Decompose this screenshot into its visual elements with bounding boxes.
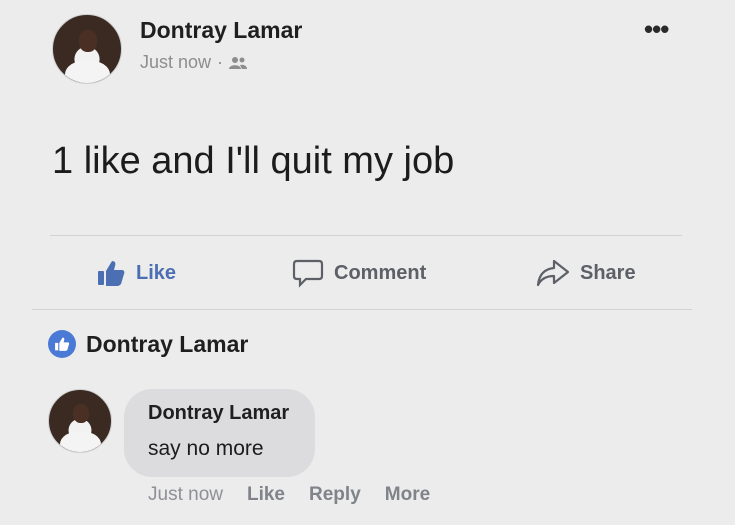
comment-button[interactable]: Comment <box>292 258 426 288</box>
post-author-name[interactable]: Dontray Lamar <box>140 17 302 44</box>
share-icon <box>536 259 570 287</box>
comment-author[interactable]: Dontray Lamar <box>148 402 289 425</box>
meta-separator: · <box>217 52 224 72</box>
thumbs-up-icon <box>98 261 125 286</box>
like-label: Like <box>136 261 177 284</box>
comment-label: Comment <box>334 261 427 284</box>
like-badge-icon <box>48 330 76 358</box>
reactions-summary[interactable]: Dontray Lamar <box>48 330 248 358</box>
comment-timestamp[interactable]: Just now <box>148 484 223 506</box>
comment-reply-button[interactable]: Reply <box>309 484 361 506</box>
actions-divider-bottom <box>32 309 692 310</box>
comment-text: say no more <box>148 437 264 460</box>
comment-icon <box>292 259 324 288</box>
share-label: Share <box>580 261 636 284</box>
share-button[interactable]: Share <box>536 258 636 288</box>
reactor-name: Dontray Lamar <box>86 330 249 357</box>
post-timestamp[interactable]: Just now <box>140 52 211 73</box>
comment-more-button[interactable]: More <box>385 484 430 506</box>
comment-like-button[interactable]: Like <box>247 484 285 506</box>
like-button[interactable]: Like <box>96 258 176 288</box>
avatar-face <box>78 29 97 52</box>
avatar-shirt <box>65 59 111 83</box>
actions-divider-top <box>50 235 682 236</box>
friends-icon[interactable] <box>229 56 248 70</box>
post-text: 1 like and I'll quit my job <box>52 140 455 182</box>
commenter-avatar[interactable] <box>48 389 112 453</box>
author-avatar[interactable] <box>52 14 122 84</box>
comment-actions: Just now Like Reply More <box>148 484 430 506</box>
more-options-icon[interactable]: ••• <box>644 16 669 42</box>
avatar-face <box>72 403 89 424</box>
post-meta: Just now · <box>140 52 248 73</box>
avatar-shirt <box>60 430 102 452</box>
